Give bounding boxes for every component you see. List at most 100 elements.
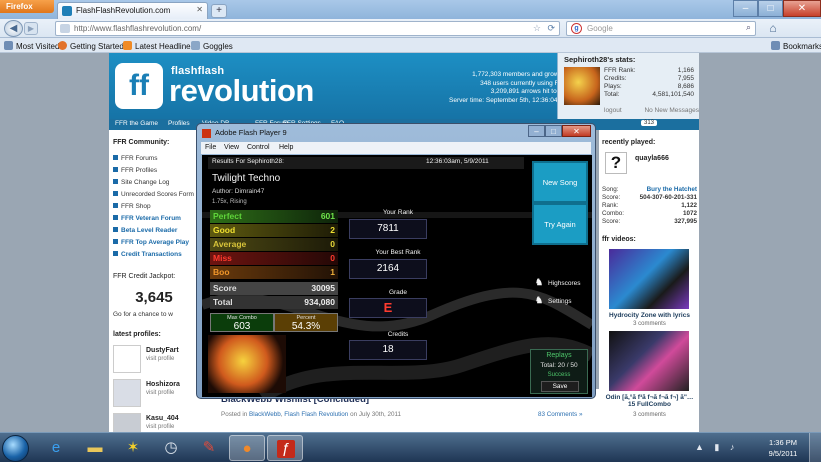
- bookmark-goggles[interactable]: Goggles: [191, 41, 233, 51]
- link-ffr-profiles[interactable]: FFR Profiles: [113, 167, 157, 174]
- close-window-button[interactable]: ✕: [783, 0, 821, 17]
- site-identity-icon[interactable]: [60, 24, 70, 33]
- flash-menu-file[interactable]: File: [205, 144, 216, 151]
- judge-boo: Boo 1: [210, 266, 338, 279]
- taskbar-notes-icon[interactable]: ✎: [191, 435, 227, 461]
- recent-user[interactable]: quayla666: [635, 155, 669, 162]
- bullet-icon: [113, 191, 118, 196]
- your-rank-label: Your Rank: [382, 209, 414, 216]
- stat-total: Total: 4,581,101,540: [604, 91, 694, 98]
- new-tab-button[interactable]: +: [211, 4, 227, 18]
- flash-minimize-button[interactable]: –: [528, 125, 545, 137]
- maximize-button[interactable]: □: [758, 0, 783, 17]
- left-sidebar: FFR Community: FFR Forums FFR Profiles S…: [109, 130, 199, 432]
- post-comments-link[interactable]: 83 Comments »: [538, 411, 582, 418]
- flash-maximize-button[interactable]: □: [545, 125, 562, 137]
- taskbar-explorer-icon[interactable]: ▬: [77, 435, 113, 461]
- bullet-icon: [113, 239, 118, 244]
- link-top-average-play[interactable]: FFR Top Average Play: [113, 239, 189, 246]
- browser-tab[interactable]: FlashFlashRevolution.com ✕: [57, 2, 208, 19]
- facebook-like-count[interactable]: 313: [641, 120, 658, 126]
- taskbar-app-icon[interactable]: ✶: [115, 435, 151, 461]
- video-title[interactable]: Odin [ã,°ã f³ã f¬ã f¬ã f¬] ã"…15 FullCom…: [602, 394, 697, 408]
- link-veteran-forum[interactable]: FFR Veteran Forum: [113, 215, 181, 222]
- flash-menu-help[interactable]: Help: [279, 144, 293, 151]
- firefox-icon: [58, 41, 67, 50]
- profile-link[interactable]: visit profile: [146, 390, 174, 396]
- logout-link[interactable]: logout: [604, 107, 622, 114]
- google-engine-icon[interactable]: g: [571, 23, 582, 34]
- back-button[interactable]: ◀: [4, 20, 23, 37]
- video-title[interactable]: Hydrocity Zone with lyrics: [602, 312, 697, 319]
- recent-score: Score: 327,995: [602, 218, 697, 225]
- firefox-menu-button[interactable]: Firefox: [0, 0, 54, 13]
- profile-name[interactable]: DustyFart: [146, 347, 179, 354]
- profile-avatar-kasu[interactable]: [113, 413, 141, 432]
- reload-icon[interactable]: ⟳: [547, 23, 555, 34]
- tab-close-icon[interactable]: ✕: [196, 5, 203, 14]
- try-again-button[interactable]: Try Again: [532, 203, 588, 245]
- video-thumbnail-hydrocity[interactable]: [609, 249, 689, 309]
- link-site-change-log[interactable]: Site Change Log: [113, 179, 169, 186]
- bookmark-star-icon[interactable]: ☆: [533, 23, 541, 34]
- search-placeholder: Google: [587, 24, 613, 33]
- profile-link[interactable]: visit profile: [146, 356, 174, 362]
- bookmark-most-visited[interactable]: Most Visited: [4, 41, 59, 51]
- system-tray-icons[interactable]: ▲ ▮ ♪: [695, 442, 738, 453]
- forward-button[interactable]: ▶: [24, 22, 38, 35]
- search-box[interactable]: g Google ⌕: [566, 21, 756, 36]
- clock-time[interactable]: 1:36 PM: [763, 438, 803, 447]
- minimize-button[interactable]: –: [733, 0, 758, 17]
- taskbar-ie-icon[interactable]: e: [38, 435, 74, 461]
- settings-button[interactable]: ♞ Settings: [534, 295, 572, 306]
- profile-avatar-dustyfart[interactable]: [113, 345, 141, 373]
- clock-date[interactable]: 9/5/2011: [763, 449, 803, 458]
- address-bar[interactable]: http://www.flashflashrevolution.com/ ☆ ⟳: [55, 21, 560, 36]
- bookmark-latest-headlines[interactable]: Latest Headlines: [123, 41, 195, 51]
- home-icon[interactable]: ⌂: [765, 20, 781, 36]
- bookmark-getting-started[interactable]: Getting Started: [58, 41, 124, 51]
- profile-name[interactable]: Kasu_404: [146, 415, 179, 422]
- link-ffr-shop[interactable]: FFR Shop: [113, 203, 151, 210]
- flash-menu-control[interactable]: Control: [247, 144, 270, 151]
- nav-ffr-game[interactable]: FFR the Game: [115, 120, 158, 127]
- jackpot-note[interactable]: Go for a chance to w: [113, 311, 173, 318]
- link-ffr-forums[interactable]: FFR Forums: [113, 155, 157, 162]
- new-song-button[interactable]: New Song: [532, 161, 588, 203]
- flash-player-window[interactable]: Adobe Flash Player 9 – □ ✕ File View Con…: [196, 123, 596, 399]
- video-comments[interactable]: 3 comments: [602, 412, 697, 418]
- recent-combo: Combo: 1072: [602, 210, 697, 217]
- post-author-link[interactable]: BlackWebb: [249, 411, 281, 418]
- post-site-link[interactable]: Flash Flash Revolution: [284, 411, 348, 418]
- taskbar-clock-app-icon[interactable]: ◷: [153, 435, 189, 461]
- user-stats-panel: Sephiroth28's stats: FFR Rank: 1,166 Cred…: [557, 53, 699, 119]
- user-links: logout No New Messages: [604, 107, 699, 114]
- profile-name[interactable]: Hoshizora: [146, 381, 180, 388]
- profile-avatar-hoshizora[interactable]: [113, 379, 141, 407]
- video-comments[interactable]: 3 comments: [602, 321, 697, 327]
- grade-box: E: [349, 298, 427, 318]
- link-unrecorded-scores[interactable]: Unrecorded Scores Form: [113, 191, 194, 198]
- flash-menu-view[interactable]: View: [224, 144, 239, 151]
- unknown-avatar-icon[interactable]: ?: [605, 152, 627, 174]
- taskbar-flash-icon[interactable]: ƒ: [267, 435, 303, 461]
- bookmarks-menu-button[interactable]: Bookmarks: [771, 41, 821, 51]
- highscores-button[interactable]: ♞ Highscores: [534, 277, 581, 288]
- user-avatar[interactable]: [564, 67, 600, 105]
- show-desktop-button[interactable]: [809, 433, 821, 462]
- link-beta-level-reader[interactable]: Beta Level Reader: [113, 227, 177, 234]
- recent-song-link[interactable]: Bury the Hatchet: [647, 186, 697, 193]
- search-icon[interactable]: ⌕: [746, 22, 751, 33]
- video-thumbnail-odin[interactable]: [609, 331, 689, 391]
- profile-link[interactable]: visit profile: [146, 424, 174, 430]
- ffr-logo-icon[interactable]: ff: [115, 63, 163, 109]
- user-stats-title[interactable]: Sephiroth28's stats:: [564, 55, 635, 64]
- recently-played-title: recently played:: [602, 139, 656, 146]
- save-replay-button[interactable]: Save: [541, 381, 579, 392]
- link-credit-transactions[interactable]: Credit Transactions: [113, 251, 182, 258]
- taskbar-firefox-icon[interactable]: ●: [229, 435, 265, 461]
- flash-close-button[interactable]: ✕: [562, 125, 591, 137]
- nav-profiles[interactable]: Profiles: [168, 120, 190, 127]
- messages-link[interactable]: No New Messages: [644, 107, 699, 114]
- start-button[interactable]: [2, 435, 29, 462]
